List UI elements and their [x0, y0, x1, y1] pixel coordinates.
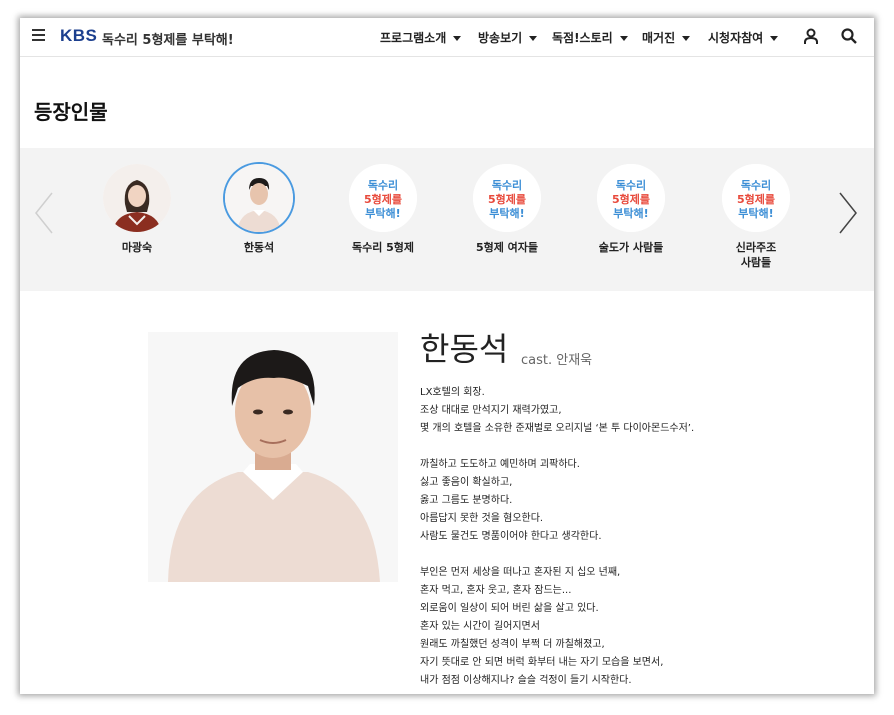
bio-line: LX호텔의 회장. [420, 387, 485, 398]
svg-text:독수리: 독수리 [368, 178, 398, 192]
character-name: 5형제 여자들 [475, 241, 539, 254]
bio-line: 몇 개의 호텔을 소유한 준재벌로 오리지널 ‘본 투 다이아몬드수저’. [420, 423, 695, 434]
bio-paragraph: LX호텔의 회장. 조상 대대로 만석지기 재력가였고, 몇 개의 호텔을 소유… [420, 384, 860, 438]
nav-item-watch[interactable]: 방송보기 [478, 29, 538, 46]
character-portrait [103, 164, 171, 232]
character-card-brewery-people[interactable]: 독수리 5형제를 부탁해! 술도가 사람들 [581, 164, 681, 255]
bio-line: 원래도 까칠했던 성격이 부쩍 더 까칠해졌고, [420, 639, 605, 650]
bio-line: 아름답지 못한 것을 혐오한다. [420, 513, 544, 524]
show-logo-icon: 독수리 5형제를 부탁해! [722, 164, 790, 232]
page-title: 등장인물 [34, 100, 108, 124]
character-name-line1: 신라주조 [735, 241, 777, 254]
nav-label: 매거진 [642, 31, 676, 45]
search-icon[interactable] [841, 28, 857, 44]
chevron-right-icon[interactable] [838, 191, 858, 235]
character-card-eagle-brothers[interactable]: 독수리 5형제를 부탁해! 독수리 5형제 [333, 164, 433, 255]
show-logo-avatar: 독수리 5형제를 부탁해! [349, 164, 417, 232]
nav-item-viewer-participation[interactable]: 시청자참여 [708, 29, 779, 46]
svg-text:5형제를: 5형제를 [737, 192, 775, 206]
bio-line: 옳고 그름도 분명하다. [420, 495, 513, 506]
bio-line: 자기 뜻대로 안 되면 버럭 화부터 내는 자기 모습을 보면서, [420, 657, 664, 668]
svg-text:5형제를: 5형제를 [488, 192, 526, 206]
character-avatar [103, 164, 171, 232]
bio-line: 조상 대대로 만석지기 재력가였고, [420, 405, 562, 416]
bio-paragraph: 까칠하고 도도하고 예민하며 괴팍하다. 싫고 좋음이 확실하고, 옳고 그름도… [420, 456, 860, 546]
character-name-line2: 사람들 [740, 256, 772, 269]
character-avatar-selected [225, 164, 293, 232]
bio-line: 혼자 있는 시간이 길어지면서 [420, 621, 540, 632]
caret-down-icon [453, 36, 462, 41]
character-bio: LX호텔의 회장. 조상 대대로 만석지기 재력가였고, 몇 개의 호텔을 소유… [420, 384, 860, 694]
show-logo-avatar: 독수리 5형제를 부탁해! [473, 164, 541, 232]
svg-text:부탁해!: 부탁해! [613, 206, 648, 220]
caret-down-icon [619, 36, 628, 41]
caret-down-icon [682, 36, 691, 41]
bio-line: 부인은 먼저 세상을 떠나고 혼자된 지 십오 년째, [420, 567, 621, 578]
show-logo-icon: 독수리 5형제를 부탁해! [349, 164, 417, 232]
nav-label: 프로그램소개 [380, 31, 447, 45]
character-name: 마광숙 [121, 241, 153, 254]
character-card-shilla-brewery-people[interactable]: 독수리 5형제를 부탁해! 신라주조 사람들 [706, 164, 806, 270]
character-name: 한동석 [243, 241, 275, 254]
bio-paragraph: 부인은 먼저 세상을 떠나고 혼자된 지 십오 년째, 혼자 먹고, 혼자 웃고… [420, 564, 860, 690]
user-icon[interactable] [804, 28, 818, 44]
caret-down-icon [770, 36, 779, 41]
svg-text:독수리: 독수리 [616, 178, 646, 192]
nav-item-program-intro[interactable]: 프로그램소개 [380, 29, 462, 46]
show-logo-icon: 독수리 5형제를 부탁해! [597, 164, 665, 232]
svg-text:부탁해!: 부탁해! [365, 206, 400, 220]
page-frame: KBS 독수리 5형제를 부탁해! 프로그램소개 방송보기 독점!스토리 매거진… [20, 18, 874, 694]
svg-text:부탁해!: 부탁해! [738, 206, 773, 220]
bio-line: 혼자 먹고, 혼자 웃고, 혼자 잠드는... [420, 585, 572, 596]
svg-text:독수리: 독수리 [741, 178, 771, 192]
hamburger-menu-icon[interactable] [32, 29, 45, 41]
show-logo-avatar: 독수리 5형제를 부탁해! [722, 164, 790, 232]
svg-text:부탁해!: 부탁해! [489, 206, 524, 220]
bio-line: 외로움이 일상이 되어 버린 삶을 살고 있다. [420, 603, 599, 614]
character-name: 신라주조 사람들 [706, 240, 806, 270]
character-card-ma-gwangsuk[interactable]: 마광숙 [87, 164, 187, 255]
character-name: 술도가 사람들 [598, 241, 664, 254]
nav-label: 방송보기 [478, 31, 523, 45]
character-detail-name: 한동석 [420, 330, 509, 368]
nav-item-magazine[interactable]: 매거진 [642, 29, 691, 46]
character-photo [148, 332, 398, 582]
svg-text:독수리: 독수리 [492, 178, 522, 192]
bio-line: 까칠하고 도도하고 예민하며 괴팍하다. [420, 459, 580, 470]
top-header: KBS 독수리 5형제를 부탁해! 프로그램소개 방송보기 독점!스토리 매거진… [20, 18, 874, 57]
show-logo-avatar: 독수리 5형제를 부탁해! [597, 164, 665, 232]
svg-text:5형제를: 5형제를 [364, 192, 402, 206]
bio-line: 싫고 좋음이 확실하고, [420, 477, 513, 488]
cast-name: cast. 안재욱 [521, 353, 593, 368]
show-logo-icon: 독수리 5형제를 부탁해! [473, 164, 541, 232]
site-title[interactable]: 독수리 5형제를 부탁해! [102, 29, 234, 48]
character-card-brothers-women[interactable]: 독수리 5형제를 부탁해! 5형제 여자들 [457, 164, 557, 255]
caret-down-icon [529, 36, 538, 41]
nav-item-exclusive-story[interactable]: 독점!스토리 [552, 29, 628, 46]
character-portrait [225, 164, 293, 232]
character-carousel: 마광숙 한동석 독수리 5형제를 부탁해! 독수리 5형제 독수리 5형제를 부… [20, 148, 874, 291]
svg-text:5형제를: 5형제를 [612, 192, 650, 206]
kbs-logo[interactable]: KBS [60, 26, 97, 46]
character-name: 독수리 5형제 [351, 241, 415, 254]
bio-line: 내가 점점 이상해지나? 슬슬 걱정이 들기 시작한다. [420, 675, 632, 686]
nav-label: 시청자참여 [708, 31, 764, 45]
nav-label: 독점!스토리 [552, 31, 613, 45]
bio-line: 사람도 물건도 명품이어야 한다고 생각한다. [420, 531, 602, 542]
chevron-left-icon[interactable] [34, 191, 54, 235]
character-card-han-dongseok[interactable]: 한동석 [209, 164, 309, 255]
